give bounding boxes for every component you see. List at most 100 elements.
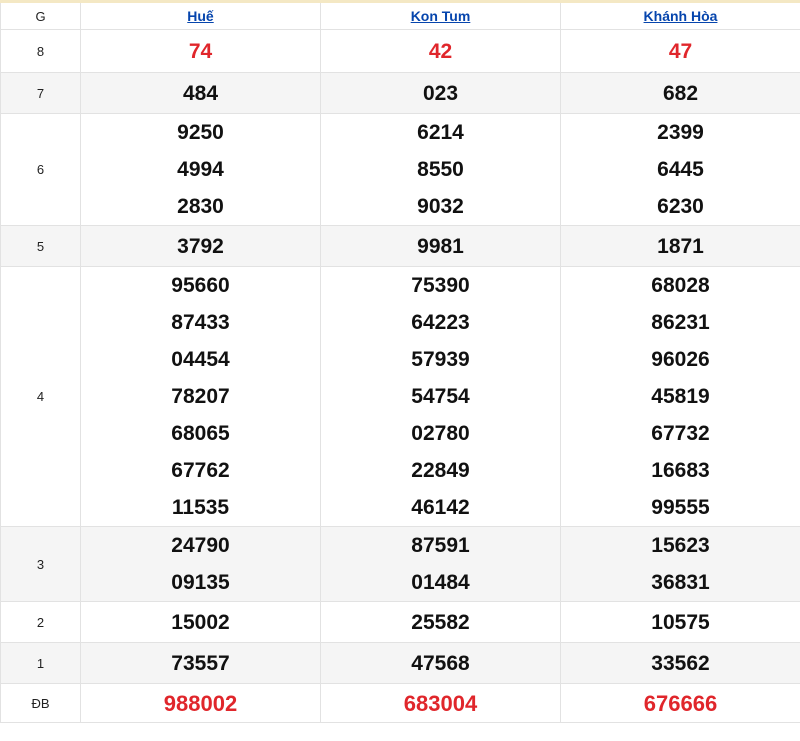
result-cell: 2399 6445 6230 bbox=[560, 113, 800, 226]
result-number: 09135 bbox=[171, 571, 230, 594]
result-number: 68065 bbox=[171, 422, 230, 445]
result-number: 22849 bbox=[411, 459, 470, 482]
province-header-hue: Huế bbox=[80, 1, 321, 30]
result-cell: 9250 4994 2830 bbox=[80, 113, 321, 226]
result-number: 64223 bbox=[411, 311, 470, 334]
result-cell: 683004 bbox=[320, 683, 561, 723]
result-cell: 682 bbox=[560, 72, 800, 114]
result-cell: 676666 bbox=[560, 683, 800, 723]
result-cell: 47 bbox=[560, 29, 800, 73]
result-number: 78207 bbox=[171, 385, 230, 408]
result-number: 9250 bbox=[177, 121, 224, 144]
lottery-results-table: G Huế Kon Tum Khánh Hòa 8 74 42 47 7 484… bbox=[0, 0, 800, 723]
result-cell: 023 bbox=[320, 72, 561, 114]
prize-row-special: ĐB 988002 683004 676666 bbox=[0, 683, 800, 723]
result-number: 15623 bbox=[651, 534, 710, 557]
result-cell: 73557 bbox=[80, 642, 321, 684]
result-cell: 25582 bbox=[320, 601, 561, 643]
result-cell: 484 bbox=[80, 72, 321, 114]
result-cell: 6214 8550 9032 bbox=[320, 113, 561, 226]
result-cell: 74 bbox=[80, 29, 321, 73]
prize-label: 8 bbox=[0, 29, 81, 73]
result-cell: 68028 86231 96026 45819 67732 16683 9955… bbox=[560, 266, 800, 527]
province-link-khanh-hoa[interactable]: Khánh Hòa bbox=[644, 8, 718, 24]
result-number: 16683 bbox=[651, 459, 710, 482]
result-number: 87433 bbox=[171, 311, 230, 334]
prize-row-5: 5 3792 9981 1871 bbox=[0, 225, 800, 267]
result-number: 02780 bbox=[411, 422, 470, 445]
result-number: 3792 bbox=[177, 234, 224, 258]
result-cell: 24790 09135 bbox=[80, 526, 321, 602]
result-number: 96026 bbox=[651, 348, 710, 371]
result-number: 95660 bbox=[171, 274, 230, 297]
result-number: 33562 bbox=[651, 651, 710, 675]
result-cell: 15623 36831 bbox=[560, 526, 800, 602]
result-cell: 33562 bbox=[560, 642, 800, 684]
prize-row-6: 6 9250 4994 2830 6214 8550 9032 2399 644… bbox=[0, 113, 800, 226]
province-link-kon-tum[interactable]: Kon Tum bbox=[411, 8, 471, 24]
result-number: 99555 bbox=[651, 496, 710, 519]
result-number: 1871 bbox=[657, 234, 704, 258]
result-number: 86231 bbox=[651, 311, 710, 334]
prize-label: 7 bbox=[0, 72, 81, 114]
result-number: 9981 bbox=[417, 234, 464, 258]
result-number: 46142 bbox=[411, 496, 470, 519]
prize-row-3: 3 24790 09135 87591 01484 15623 36831 bbox=[0, 526, 800, 602]
result-number: 25582 bbox=[411, 610, 470, 634]
result-cell: 988002 bbox=[80, 683, 321, 723]
result-number: 9032 bbox=[417, 195, 464, 218]
result-number: 6214 bbox=[417, 121, 464, 144]
result-number: 023 bbox=[422, 81, 459, 105]
special-prize-number: 676666 bbox=[643, 690, 718, 716]
result-cell: 1871 bbox=[560, 225, 800, 267]
prize-row-2: 2 15002 25582 10575 bbox=[0, 601, 800, 643]
result-number: 47568 bbox=[411, 651, 470, 675]
result-number: 67762 bbox=[171, 459, 230, 482]
prize-label: 6 bbox=[0, 113, 81, 226]
prize-label: 5 bbox=[0, 225, 81, 267]
result-number: 24790 bbox=[171, 534, 230, 557]
result-number: 11535 bbox=[171, 496, 230, 519]
result-number: 45819 bbox=[651, 385, 710, 408]
result-cell: 75390 64223 57939 54754 02780 22849 4614… bbox=[320, 266, 561, 527]
result-cell: 3792 bbox=[80, 225, 321, 267]
result-cell: 47568 bbox=[320, 642, 561, 684]
prize-row-4: 4 95660 87433 04454 78207 68065 67762 11… bbox=[0, 266, 800, 527]
result-number: 67732 bbox=[651, 422, 710, 445]
result-cell: 95660 87433 04454 78207 68065 67762 1153… bbox=[80, 266, 321, 527]
result-number: 01484 bbox=[411, 571, 470, 594]
result-number: 68028 bbox=[651, 274, 710, 297]
result-number: 6445 bbox=[657, 158, 704, 181]
result-cell: 87591 01484 bbox=[320, 526, 561, 602]
special-prize-number: 683004 bbox=[403, 690, 478, 716]
result-number: 10575 bbox=[651, 610, 710, 634]
result-number: 484 bbox=[182, 81, 219, 105]
result-cell: 15002 bbox=[80, 601, 321, 643]
result-number: 2830 bbox=[177, 195, 224, 218]
prize-label: 2 bbox=[0, 601, 81, 643]
prize-row-8: 8 74 42 47 bbox=[0, 29, 800, 73]
province-header-kon-tum: Kon Tum bbox=[320, 1, 561, 30]
prize-label: 1 bbox=[0, 642, 81, 684]
result-cell: 9981 bbox=[320, 225, 561, 267]
result-number: 682 bbox=[662, 81, 699, 105]
result-number: 47 bbox=[668, 39, 693, 63]
result-number: 74 bbox=[188, 39, 213, 63]
result-cell: 42 bbox=[320, 29, 561, 73]
prize-label: 3 bbox=[0, 526, 81, 602]
special-prize-number: 988002 bbox=[163, 690, 238, 716]
table-header-row: G Huế Kon Tum Khánh Hòa bbox=[0, 1, 800, 30]
result-number: 73557 bbox=[171, 651, 230, 675]
result-number: 15002 bbox=[171, 610, 230, 634]
prize-label: 4 bbox=[0, 266, 81, 527]
province-header-khanh-hoa: Khánh Hòa bbox=[560, 1, 800, 30]
prize-label: ĐB bbox=[0, 683, 81, 723]
result-number: 6230 bbox=[657, 195, 704, 218]
result-number: 2399 bbox=[657, 121, 704, 144]
result-number: 42 bbox=[428, 39, 453, 63]
prize-row-1: 1 73557 47568 33562 bbox=[0, 642, 800, 684]
result-number: 57939 bbox=[411, 348, 470, 371]
result-number: 87591 bbox=[411, 534, 470, 557]
province-link-hue[interactable]: Huế bbox=[187, 8, 213, 24]
result-number: 4994 bbox=[177, 158, 224, 181]
